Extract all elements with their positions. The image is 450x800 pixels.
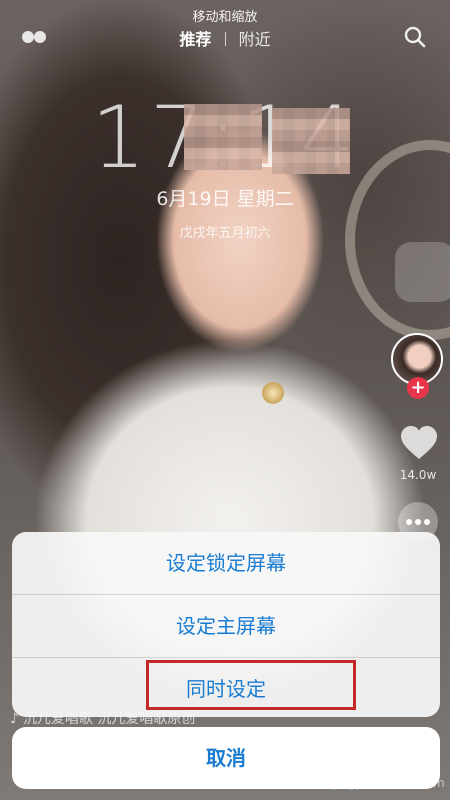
- necklace-pendant: [262, 382, 284, 404]
- search-icon[interactable]: [403, 25, 427, 49]
- screen-title: 移动和缩放: [192, 10, 258, 25]
- feed-tabs: 推荐 附近: [0, 26, 450, 50]
- watermark-logo: Bai 经验 jingyan.baidu.com: [334, 752, 445, 790]
- watermark-url: jingyan.baidu.com: [334, 776, 445, 790]
- pixelated-eye-right: [272, 108, 350, 174]
- highlight-annotation: [146, 660, 356, 710]
- set-home-screen-button[interactable]: 设定主屏幕: [12, 595, 440, 658]
- side-placeholder: [395, 242, 450, 302]
- like-count: 14.0w: [399, 468, 437, 482]
- watermark-text: Bai 经验: [334, 756, 409, 777]
- tab-recommend[interactable]: 推荐: [179, 30, 211, 49]
- heart-icon[interactable]: [399, 425, 439, 461]
- top-bar: 移动和缩放 推荐 附近: [0, 0, 450, 60]
- lock-date: 6月19日 星期二: [156, 188, 294, 210]
- plus-icon[interactable]: +: [407, 377, 429, 399]
- set-lock-screen-button[interactable]: 设定锁定屏幕: [12, 532, 440, 595]
- lunar-date: 戊戌年五月初六: [179, 226, 271, 241]
- tab-divider: [224, 32, 226, 46]
- tab-nearby[interactable]: 附近: [239, 30, 271, 49]
- pixelated-eye-left: [184, 104, 262, 170]
